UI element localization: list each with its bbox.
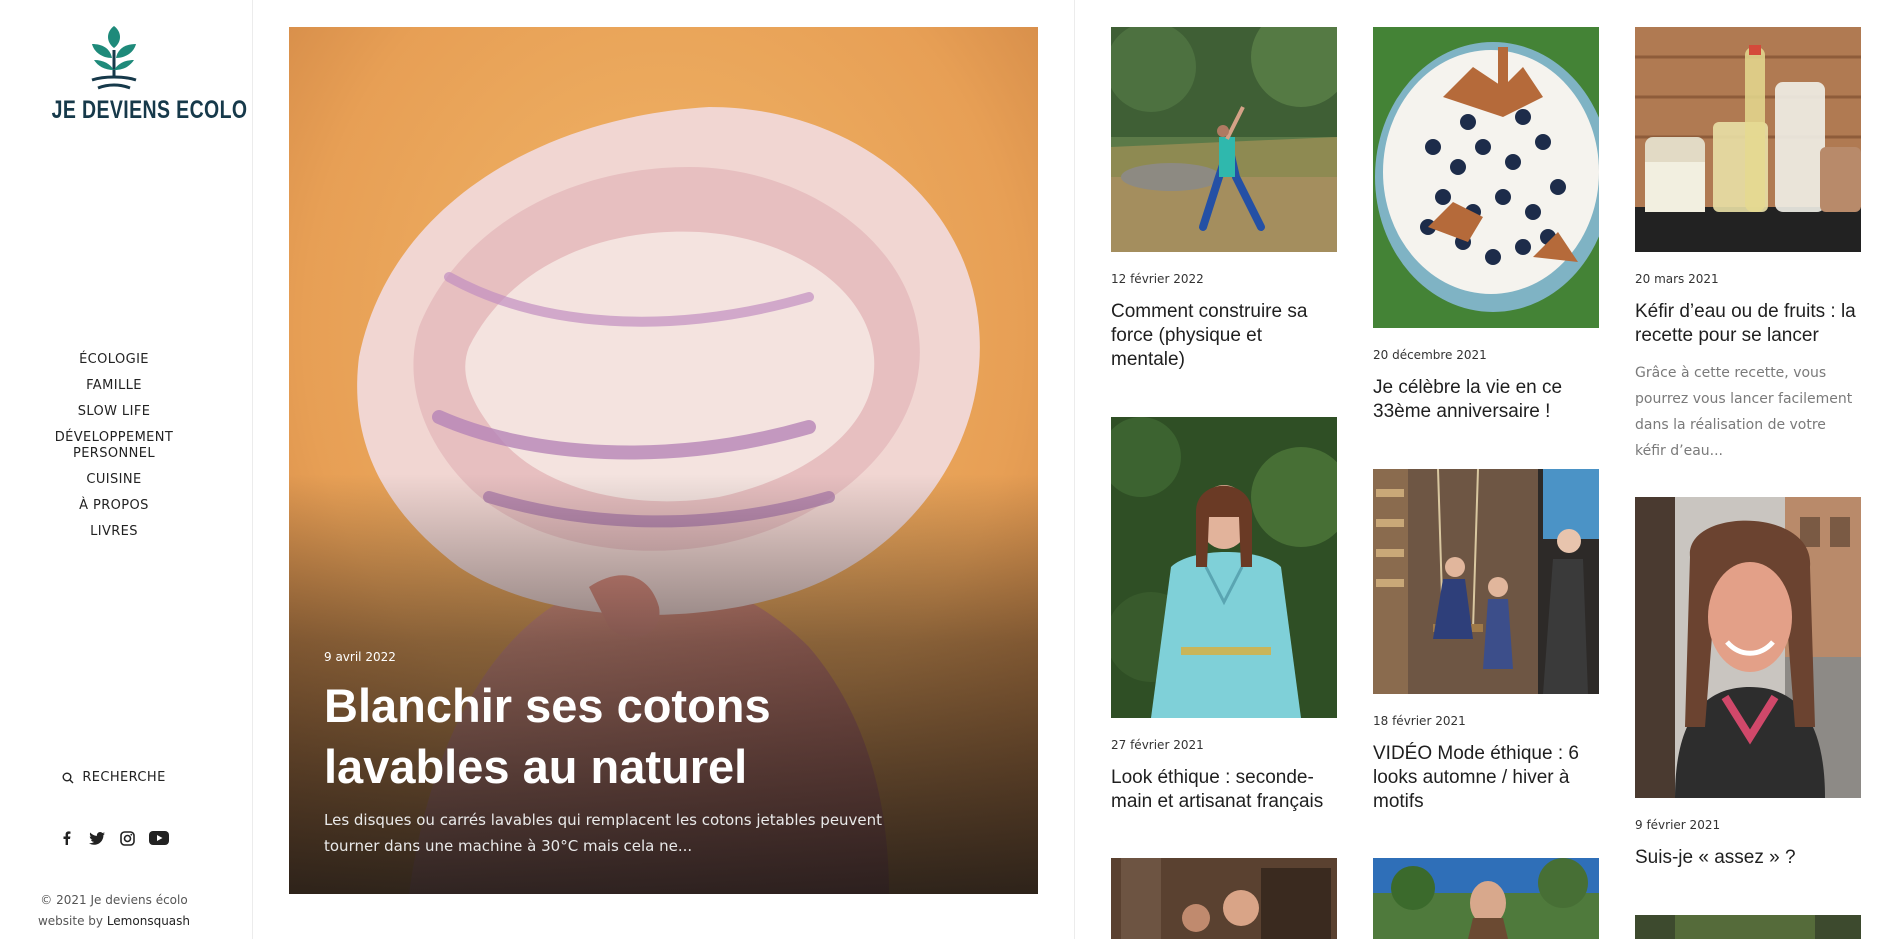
- credit-link[interactable]: Lemonsquash: [107, 914, 190, 928]
- post-thumbnail: [1635, 497, 1861, 798]
- plant-logo-icon: [91, 26, 137, 90]
- post-card[interactable]: 20 mars 2021 Kéfir d’eau ou de fruits : …: [1635, 27, 1861, 464]
- nav-item-a-propos[interactable]: À PROPOS: [0, 498, 228, 514]
- post-thumbnail: [1373, 27, 1599, 328]
- search-label: RECHERCHE: [82, 770, 166, 785]
- search-icon: [62, 772, 74, 783]
- post-card[interactable]: 18 février 2021 VIDÉO Mode éthique : 6 l…: [1373, 469, 1599, 814]
- post-title[interactable]: Suis-je « assez » ?: [1635, 846, 1861, 870]
- credit-line: website by Lemonsquash: [0, 911, 228, 932]
- post-thumbnail: [1373, 469, 1599, 694]
- main-nav: ÉCOLOGIE FAMILLE SLOW LIFE DÉVELOPPEMENT…: [0, 352, 228, 550]
- featured-post[interactable]: 9 avril 2022 Blanchir ses cotons lavable…: [289, 27, 1038, 894]
- post-thumbnail: [1111, 417, 1337, 718]
- sidebar: JE DEVIENS ECOLO ÉCOLOGIE FAMILLE SLOW L…: [0, 0, 253, 939]
- nav-item-famille[interactable]: FAMILLE: [0, 378, 228, 394]
- post-card[interactable]: 20 décembre 2021 Je célèbre la vie en ce…: [1373, 27, 1599, 424]
- youtube-icon[interactable]: [148, 829, 170, 847]
- featured-title[interactable]: Blanchir ses cotons lavables au naturel: [324, 675, 884, 797]
- post-card[interactable]: 9 février 2021 Suis-je « assez » ?: [1635, 497, 1861, 870]
- post-date: 20 décembre 2021: [1373, 348, 1487, 362]
- post-title[interactable]: Kéfir d’eau ou de fruits : la recette po…: [1635, 300, 1861, 348]
- nav-item-cuisine[interactable]: CUISINE: [0, 472, 228, 488]
- post-title[interactable]: Look éthique : seconde-main et artisanat…: [1111, 766, 1337, 814]
- post-card[interactable]: [1373, 858, 1599, 939]
- credit-prefix: website by: [37, 914, 103, 928]
- post-title[interactable]: Comment construire sa force (physique et…: [1111, 300, 1337, 372]
- nav-item-ecologie[interactable]: ÉCOLOGIE: [0, 352, 228, 368]
- post-thumbnail: [1635, 915, 1861, 939]
- post-thumbnail: [1111, 27, 1337, 252]
- post-excerpt: Grâce à cette recette, vous pourrez vous…: [1635, 365, 1853, 459]
- post-date: 20 mars 2021: [1635, 272, 1719, 286]
- column-divider: [1074, 0, 1075, 939]
- copyright-text: © 2021 Je deviens écolo: [40, 893, 188, 907]
- post-thumbnail: [1373, 858, 1599, 939]
- post-date: 18 février 2021: [1373, 714, 1466, 728]
- instagram-icon[interactable]: [118, 829, 136, 847]
- search-button[interactable]: RECHERCHE: [0, 770, 228, 785]
- facebook-icon[interactable]: [58, 829, 76, 847]
- post-card[interactable]: [1635, 915, 1861, 939]
- site-logo[interactable]: JE DEVIENS ECOLO: [34, 24, 248, 125]
- logo-text: JE DEVIENS ECOLO: [51, 96, 248, 124]
- featured-date: 9 avril 2022: [324, 650, 396, 664]
- nav-item-developpement-personnel[interactable]: DÉVELOPPEMENT PERSONNEL: [0, 430, 228, 462]
- post-title[interactable]: Je célèbre la vie en ce 33ème anniversai…: [1373, 376, 1599, 424]
- featured-excerpt: Les disques ou carrés lavables qui rempl…: [324, 811, 883, 855]
- post-card[interactable]: 27 février 2021 Look éthique : seconde-m…: [1111, 417, 1337, 814]
- post-date: 9 février 2021: [1635, 818, 1721, 832]
- post-date: 12 février 2022: [1111, 272, 1204, 286]
- nav-item-livres[interactable]: LIVRES: [0, 524, 228, 540]
- post-thumbnail: [1635, 27, 1861, 252]
- copyright: © 2021 Je deviens écolo website by Lemon…: [0, 890, 228, 932]
- nav-item-slow-life[interactable]: SLOW LIFE: [0, 404, 228, 420]
- twitter-icon[interactable]: [88, 829, 106, 847]
- post-card[interactable]: 12 février 2022 Comment construire sa fo…: [1111, 27, 1337, 372]
- post-card[interactable]: [1111, 858, 1337, 939]
- post-title[interactable]: VIDÉO Mode éthique : 6 looks automne / h…: [1373, 742, 1599, 814]
- post-date: 27 février 2021: [1111, 738, 1204, 752]
- post-thumbnail: [1111, 858, 1337, 939]
- social-links: [0, 829, 228, 847]
